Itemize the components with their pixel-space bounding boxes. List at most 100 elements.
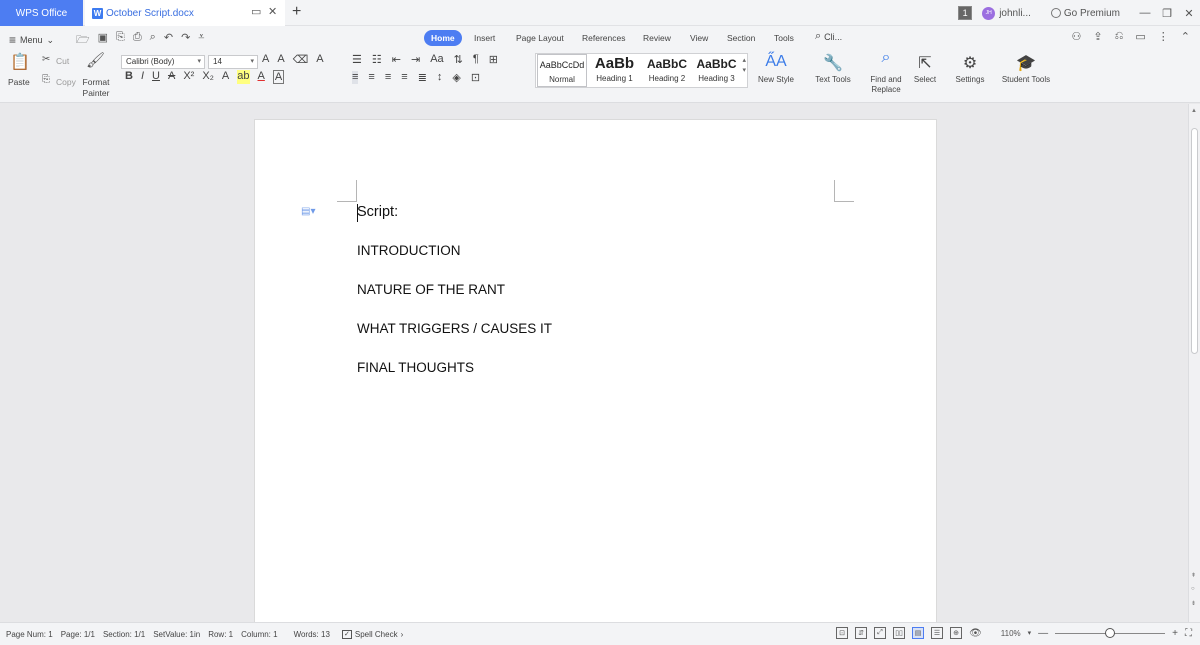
style-heading-1[interactable]: AaBb Heading 1 <box>588 54 641 87</box>
zoom-level[interactable]: 110% <box>1001 629 1021 638</box>
decrease-indent-icon[interactable]: ⇤ <box>392 53 401 66</box>
strikethrough-icon[interactable]: A <box>168 70 175 84</box>
restore-button[interactable]: ❐ <box>1156 7 1178 20</box>
italic-icon[interactable]: I <box>141 70 144 84</box>
show-marks-icon[interactable]: ¶ <box>473 53 479 66</box>
avatar[interactable]: JH <box>982 6 996 20</box>
borders-icon[interactable]: ⊡ <box>471 71 480 84</box>
search-command[interactable]: ⌕ Cli... <box>815 30 842 43</box>
fit-page-icon[interactable]: ⛶ <box>1185 628 1192 639</box>
pinyin-icon[interactable]: A <box>316 53 323 66</box>
notification-badge[interactable]: 1 <box>958 6 973 20</box>
zoom-in-button[interactable]: + <box>1172 628 1178 639</box>
font-size-select[interactable]: 14 ▾ <box>208 55 258 69</box>
student-tools-button[interactable]: 🎓 Student Tools <box>998 53 1054 84</box>
style-normal[interactable]: AaBbCcDd Normal <box>537 54 587 87</box>
doc-paragraph-final-thoughts[interactable]: FINAL THOUGHTS <box>357 360 474 375</box>
zoom-slider[interactable] <box>1055 628 1166 638</box>
section-status[interactable]: Section: 1/1 <box>103 630 145 639</box>
doc-paragraph-triggers[interactable]: WHAT TRIGGERS / CAUSES IT <box>357 321 552 336</box>
vertical-scrollbar[interactable]: ▲ ⇞ ○ ⇟ <box>1188 104 1200 622</box>
column-status[interactable]: Column: 1 <box>241 630 277 639</box>
highlight-icon[interactable]: ab <box>237 70 250 84</box>
username[interactable]: johnli... <box>999 8 1031 19</box>
tab-review[interactable]: Review <box>643 30 671 46</box>
cut-icon[interactable]: ✂ <box>42 54 50 65</box>
increase-indent-icon[interactable]: ⇥ <box>411 53 420 66</box>
copy-icon[interactable]: ⎘ <box>42 74 50 85</box>
shrink-font-icon[interactable]: A <box>277 53 284 66</box>
shading-icon[interactable]: ◈ <box>452 71 460 84</box>
new-tab-button[interactable]: + <box>292 3 301 21</box>
sort-icon[interactable]: ⇅ <box>454 53 463 66</box>
outline-mode-icon[interactable]: ☰ <box>931 627 944 639</box>
tab-insert[interactable]: Insert <box>474 30 495 46</box>
wps-office-tab[interactable]: WPS Office <box>0 0 83 26</box>
document-page[interactable]: ▤▾ Script: INTRODUCTION NATURE OF THE RA… <box>254 119 937 622</box>
tab-section[interactable]: Section <box>727 30 755 46</box>
fullscreen-icon[interactable]: ⤢ <box>874 627 887 639</box>
share-user-icon[interactable]: ⚇ <box>1071 30 1081 43</box>
monitor-icon[interactable]: ▭ <box>251 5 261 18</box>
tab-tools[interactable]: Tools <box>774 30 794 46</box>
select-browse-icon[interactable]: ○ <box>1191 586 1195 592</box>
row-status[interactable]: Row: 1 <box>208 630 233 639</box>
prev-page-icon[interactable]: ⇞ <box>1191 572 1196 579</box>
subscript-icon[interactable]: X₂ <box>202 70 214 84</box>
comment-icon[interactable]: ▭ <box>1135 30 1145 43</box>
bullets-icon[interactable]: ☰ <box>352 53 362 66</box>
doc-paragraph-script[interactable]: Script: <box>357 204 398 220</box>
cut-button[interactable]: Cut <box>56 56 69 66</box>
line-spacing-icon[interactable]: ↕ <box>437 71 443 84</box>
word-count-status[interactable]: Words: 13 <box>294 630 330 639</box>
go-premium-button[interactable]: Go Premium <box>1050 8 1120 19</box>
zoom-slider-knob[interactable] <box>1105 628 1116 638</box>
page-mode-icon[interactable]: ▤ <box>912 627 925 639</box>
close-window-button[interactable]: ✕ <box>1178 7 1200 20</box>
paragraph-menu-icon[interactable]: ▤▾ <box>301 206 315 218</box>
text-effect-icon[interactable]: A <box>222 70 229 84</box>
style-heading-2[interactable]: AaBbC Heading 2 <box>642 54 692 87</box>
paste-icon[interactable]: 📋 <box>10 52 30 72</box>
clear-format-icon[interactable]: ⌫ <box>293 53 309 66</box>
more-icon[interactable]: ⋮ <box>1158 30 1169 43</box>
page-num-status[interactable]: Page Num: 1 <box>6 630 53 639</box>
select-button[interactable]: ⇱ Select <box>908 53 942 84</box>
eye-protection-icon[interactable]: 👁 <box>969 628 982 639</box>
read-mode-icon[interactable]: ▯▯ <box>893 627 906 639</box>
history-icon[interactable]: ⎌ <box>1115 30 1124 43</box>
copy-button[interactable]: Copy <box>56 77 76 87</box>
format-painter-icon[interactable]: 🖌 <box>86 51 105 69</box>
change-case-icon[interactable]: Aa <box>430 53 443 66</box>
align-right-icon[interactable]: ≡ <box>385 71 391 84</box>
numbering-icon[interactable]: ☷ <box>372 53 382 66</box>
scroll-up-icon[interactable]: ▲ <box>1191 108 1197 114</box>
tab-page-layout[interactable]: Page Layout <box>516 30 564 46</box>
page-status[interactable]: Page: 1/1 <box>61 630 95 639</box>
doc-paragraph-nature[interactable]: NATURE OF THE RANT <box>357 282 505 297</box>
font-color-icon[interactable]: A <box>258 70 265 84</box>
paste-button[interactable]: Paste <box>8 77 30 87</box>
close-tab-icon[interactable]: ✕ <box>268 5 277 18</box>
document-tab[interactable]: W October Script.docx ▭ ✕ <box>85 0 285 26</box>
align-left-icon[interactable]: ≡ <box>352 71 359 84</box>
format-painter-button[interactable]: Format Painter <box>81 77 111 99</box>
doc-paragraph-introduction[interactable]: INTRODUCTION <box>357 243 461 258</box>
char-shading-icon[interactable]: A <box>272 70 285 84</box>
find-replace-button[interactable]: ⌕ Find and Replace <box>866 50 906 95</box>
text-tools-button[interactable]: 🔧 Text Tools <box>808 53 858 84</box>
tab-view[interactable]: View <box>690 30 708 46</box>
web-mode-icon[interactable]: ⊕ <box>950 627 963 639</box>
collapse-ribbon-icon[interactable]: ⌃ <box>1181 30 1190 43</box>
track-icon[interactable]: ⇵ <box>855 627 868 639</box>
minimize-button[interactable]: — <box>1134 7 1156 19</box>
distribute-icon[interactable]: ≣ <box>418 71 427 84</box>
bold-icon[interactable]: B <box>125 70 133 84</box>
grow-font-icon[interactable]: A <box>262 53 269 66</box>
style-heading-3[interactable]: AaBbC Heading 3 <box>693 54 740 87</box>
zoom-out-button[interactable]: — <box>1038 628 1048 639</box>
document-workspace[interactable]: ▤▾ Script: INTRODUCTION NATURE OF THE RA… <box>0 104 1188 622</box>
next-page-icon[interactable]: ⇟ <box>1191 600 1196 607</box>
superscript-icon[interactable]: X² <box>183 70 194 84</box>
setvalue-status[interactable]: SetValue: 1in <box>153 630 200 639</box>
